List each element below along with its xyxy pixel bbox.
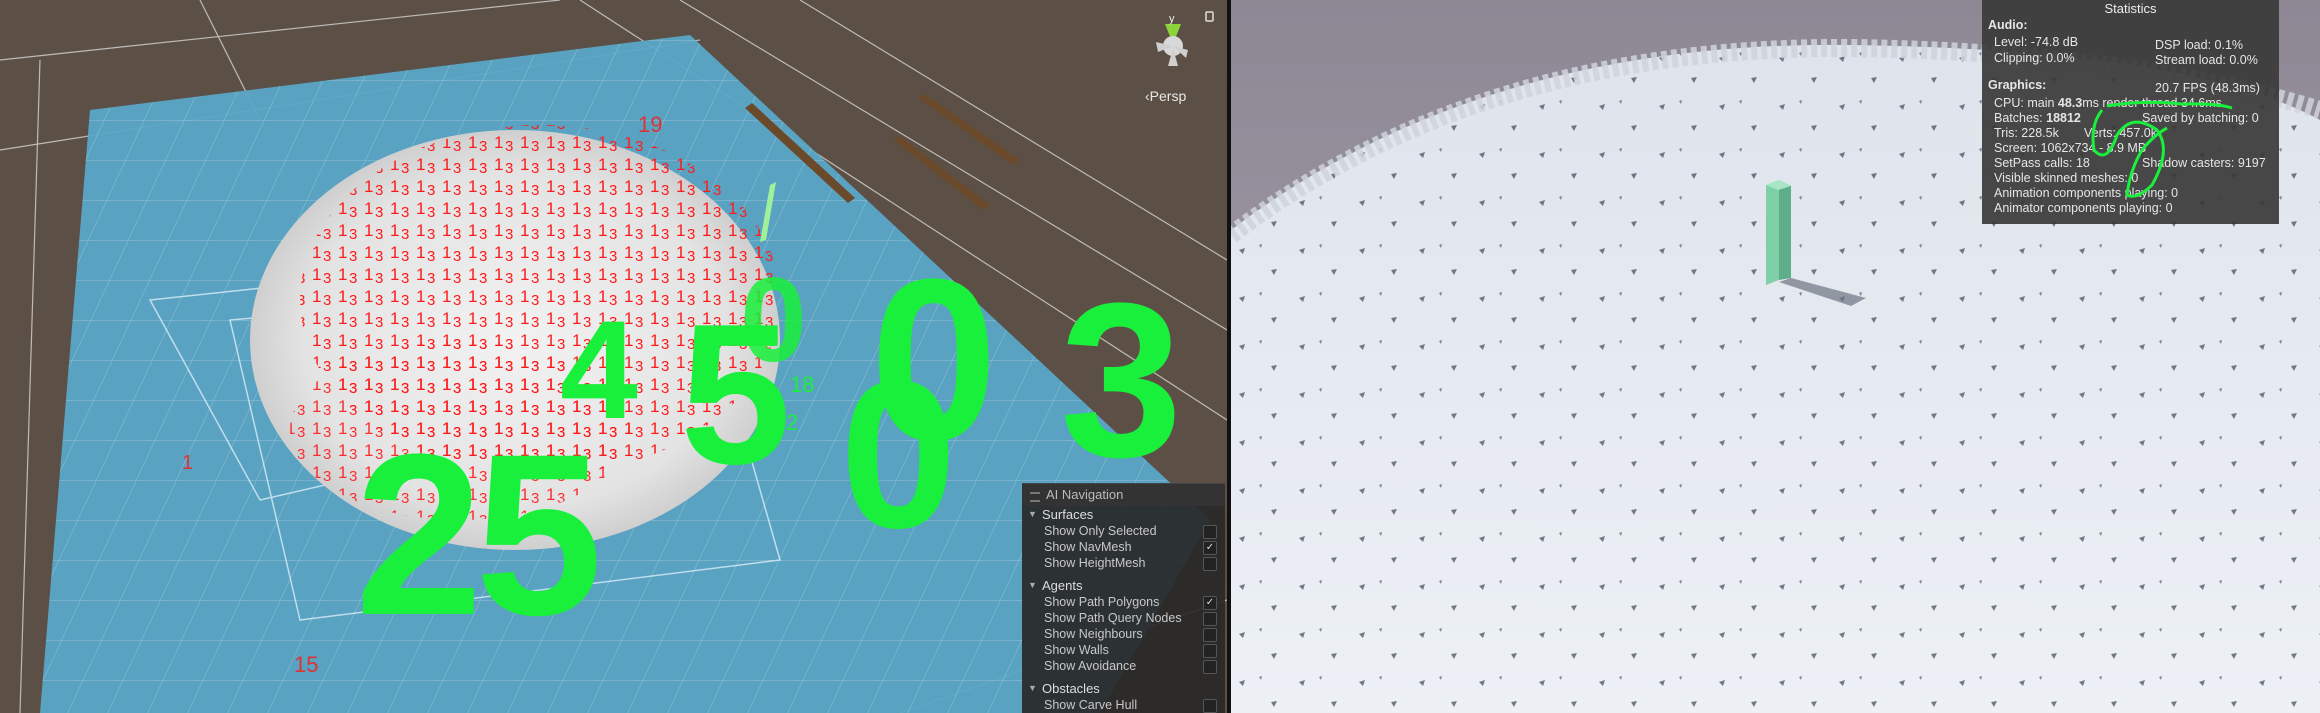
option-label: Show Only Selected: [1044, 524, 1157, 538]
pillar: [1766, 180, 1779, 285]
checkbox[interactable]: [1203, 644, 1217, 658]
section-agents[interactable]: Agents: [1022, 577, 1225, 594]
option-label: Show HeightMesh: [1044, 556, 1146, 570]
checkbox[interactable]: [1203, 612, 1217, 626]
persp-label: Persp: [1149, 88, 1187, 104]
agent-id-label: 15: [294, 652, 319, 677]
overlay-number: 3: [1060, 257, 1182, 503]
projection-toggle[interactable]: ‹Persp: [1145, 88, 1186, 104]
option-show-navmesh[interactable]: Show NavMesh ✓: [1022, 539, 1225, 555]
option-label: Show Neighbours: [1044, 627, 1143, 641]
checkbox-checked[interactable]: ✓: [1203, 596, 1217, 610]
option-show-carve-hull[interactable]: Show Carve Hull: [1022, 697, 1225, 713]
scene-view[interactable]: 1 3: [0, 0, 1227, 713]
ai-navigation-overlay[interactable]: AI Navigation Surfaces Show Only Selecte…: [1022, 483, 1225, 713]
option-label: Show Path Polygons: [1044, 595, 1160, 609]
ai-navigation-title: AI Navigation: [1022, 484, 1225, 506]
statistics-panel: Statistics Audio: Level: -74.8 dB Clippi…: [1982, 0, 2279, 224]
gizmo-axis-label: y: [1169, 13, 1175, 25]
checkbox[interactable]: [1203, 628, 1217, 642]
game-view[interactable]: Statistics Audio: Level: -74.8 dB Clippi…: [1231, 0, 2320, 713]
checkbox[interactable]: [1203, 660, 1217, 674]
green-annotation-scribble: [2091, 100, 2233, 198]
overlay-number: 4: [560, 291, 638, 448]
checkbox[interactable]: [1203, 699, 1217, 713]
overlay-number: 18: [790, 372, 815, 397]
section-obstacles[interactable]: Obstacles: [1022, 680, 1225, 697]
option-label: Show Path Query Nodes: [1044, 611, 1182, 625]
overlay-number: 0: [740, 253, 807, 387]
checkbox-checked[interactable]: ✓: [1203, 541, 1217, 555]
checkbox[interactable]: [1203, 557, 1217, 571]
agent-id-label: 19: [638, 112, 663, 137]
option-label: Show NavMesh: [1044, 540, 1132, 554]
option-show-path-query-nodes[interactable]: Show Path Query Nodes: [1022, 610, 1225, 626]
option-show-heightmesh[interactable]: Show HeightMesh: [1022, 555, 1225, 571]
option-show-walls[interactable]: Show Walls: [1022, 642, 1225, 658]
option-show-path-polygons[interactable]: Show Path Polygons ✓: [1022, 594, 1225, 610]
agent-id-label: 1: [182, 452, 194, 474]
overlay-number: 2: [786, 410, 799, 435]
option-show-avoidance[interactable]: Show Avoidance: [1022, 658, 1225, 674]
checkbox[interactable]: [1203, 525, 1217, 539]
option-label: Show Avoidance: [1044, 659, 1137, 673]
option-label: Show Carve Hull: [1044, 698, 1138, 712]
option-label: Show Walls: [1044, 643, 1109, 657]
overlay-number: 25: [355, 406, 603, 663]
option-show-only-selected[interactable]: Show Only Selected: [1022, 523, 1225, 539]
section-surfaces[interactable]: Surfaces: [1022, 506, 1225, 523]
overlay-number: 0: [840, 337, 957, 572]
option-show-neighbours[interactable]: Show Neighbours: [1022, 626, 1225, 642]
